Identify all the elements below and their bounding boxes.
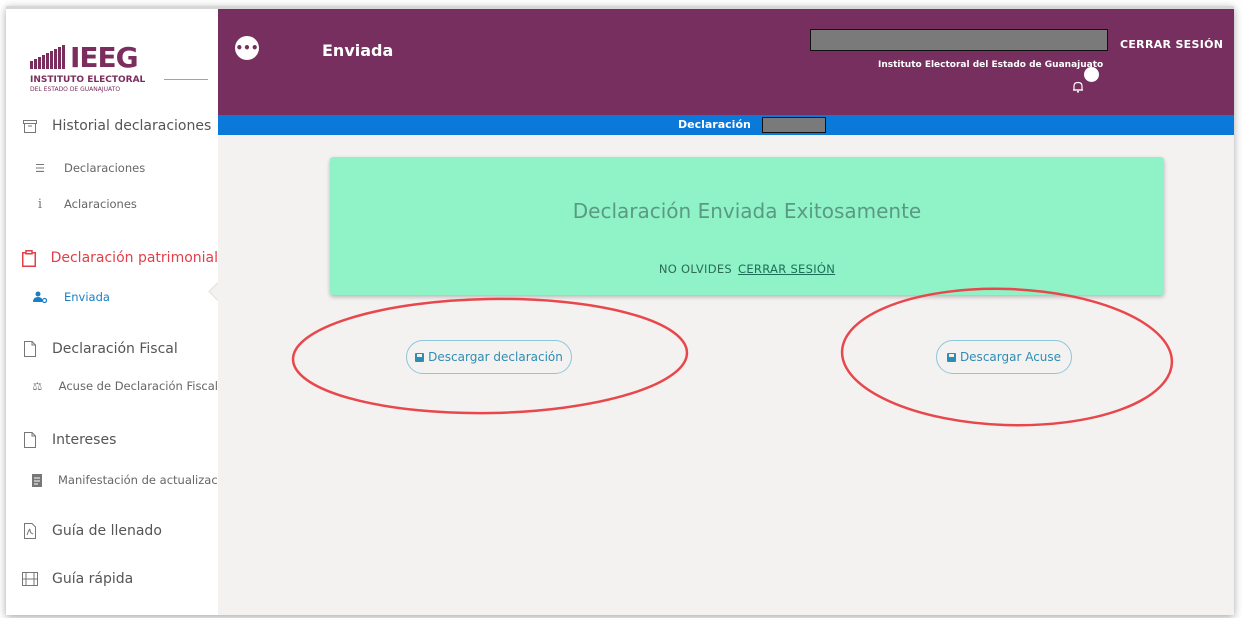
sidebar-item-label: Guía rápida (52, 571, 134, 587)
download-receipt-label: Descargar Acuse (959, 350, 1062, 364)
sidebar-item-label: Aclaraciones (64, 197, 137, 211)
sidebar-item-historial[interactable]: Historial declaraciones (6, 111, 218, 141)
declaration-label: Declaración (678, 118, 751, 131)
download-declaration-button[interactable]: Descargar declaración (406, 340, 572, 374)
top-bar: ••• Enviada Instituto Electoral del Esta… (218, 9, 1234, 115)
sidebar-item-intereses[interactable]: Intereses (6, 425, 218, 455)
sidebar-item-declaraciones[interactable]: ☰ Declaraciones (6, 153, 218, 183)
sidebar-item-manifestacion[interactable]: Manifestación de actualizaci (6, 465, 218, 495)
save-icon (946, 352, 956, 362)
success-alert: Declaración Enviada Exitosamente NO OLVI… (330, 157, 1164, 295)
sidebar-item-label: Declaración Fiscal (52, 341, 178, 357)
sidebar-item-enviada[interactable]: Enviada (6, 282, 218, 312)
logo-title: IEEG (70, 41, 139, 74)
pdf-icon (22, 523, 38, 539)
logout-link[interactable]: CERRAR SESIÓN (1120, 38, 1223, 51)
redacted-declaration-id (762, 117, 826, 133)
sidebar-item-label: Manifestación de actualizaci (58, 473, 218, 487)
list-icon: ☰ (35, 161, 45, 175)
film-icon (22, 571, 38, 587)
save-icon (415, 352, 425, 362)
declaration-bar: Declaración (218, 115, 1234, 135)
alert-title: Declaración Enviada Exitosamente (572, 199, 922, 223)
sidebar-item-declaracion-patrimonial[interactable]: Declaración patrimonial (6, 243, 218, 273)
organization-name: Instituto Electoral del Estado de Guanaj… (878, 60, 1104, 70)
logo-subtitle: INSTITUTO ELECTORAL (30, 75, 146, 85)
clipboard-icon (22, 249, 37, 267)
download-declaration-label: Descargar declaración (428, 350, 563, 364)
divider (164, 79, 208, 80)
ieeg-logo: IEEG INSTITUTO ELECTORAL DEL ESTADO DE G… (30, 41, 150, 99)
sidebar: IEEG INSTITUTO ELECTORAL DEL ESTADO DE G… (6, 9, 218, 615)
sidebar-item-declaracion-fiscal[interactable]: Declaración Fiscal (6, 334, 218, 364)
sidebar-item-label: Acuse de Declaración Fiscal (58, 379, 218, 393)
reminder-text: NO OLVIDES (658, 262, 733, 276)
redacted-user-name (810, 29, 1108, 51)
sidebar-item-guia-llenado[interactable]: Guía de llenado (6, 516, 218, 546)
bell-icon[interactable] (1072, 81, 1084, 93)
sidebar-item-aclaraciones[interactable]: i Aclaraciones (6, 189, 218, 219)
file-icon (22, 341, 38, 357)
sidebar-item-acuse-fiscal[interactable]: ⚖ Acuse de Declaración Fiscal (6, 371, 218, 401)
info-icon: i (37, 196, 43, 212)
sidebar-item-label: Enviada (64, 290, 110, 304)
sidebar-item-label: Declaración patrimonial (50, 250, 218, 266)
page-title: Enviada (322, 41, 394, 60)
download-receipt-button[interactable]: Descargar Acuse (936, 340, 1072, 374)
notification-badge (1084, 67, 1099, 82)
scale-icon: ⚖ (32, 379, 43, 393)
sidebar-item-label: Historial declaraciones (52, 118, 212, 134)
sidebar-item-label: Declaraciones (64, 161, 146, 175)
logout-link-alert[interactable]: CERRAR SESIÓN (738, 262, 835, 276)
app-window: IEEG INSTITUTO ELECTORAL DEL ESTADO DE G… (6, 6, 1234, 615)
logo-caption: DEL ESTADO DE GUANAJUATO (30, 86, 121, 93)
sidebar-item-label: Guía de llenado (52, 523, 162, 539)
archive-icon (22, 118, 38, 134)
user-gear-icon (32, 289, 48, 305)
logo-bars-icon (30, 45, 65, 69)
sidebar-item-label: Intereses (52, 432, 117, 448)
alert-reminder: NO OLVIDES CERRAR SESIÓN (330, 262, 1164, 276)
file-icon (22, 432, 38, 448)
file-text-icon (32, 472, 42, 488)
sidebar-item-guia-rapida[interactable]: Guía rápida (6, 564, 218, 594)
menu-button[interactable]: ••• (235, 36, 259, 60)
